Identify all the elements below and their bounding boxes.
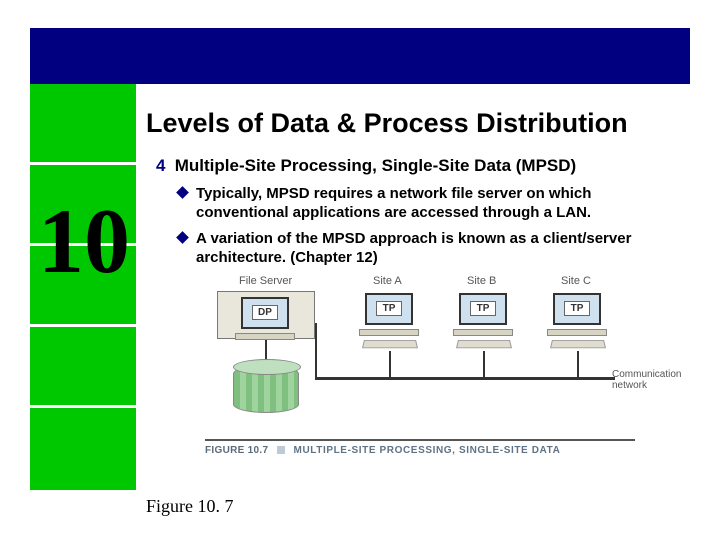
monitor-base-icon [359,329,419,336]
tp-badge: TP [470,301,496,316]
bullet-text: Typically, MPSD requires a network file … [196,185,591,221]
sidebar-segment [30,327,136,405]
bullet-text: A variation of the MPSD approach is know… [196,230,631,266]
tp-badge: TP [564,301,590,316]
comm-network-label: Communication network [612,369,681,391]
site-node: Site A TP [355,275,427,375]
bullet-icon: 4 [156,156,170,176]
site-label: Site A [373,275,402,287]
figure-reference: Figure 10. 7 [146,496,234,517]
monitor-base-icon [547,329,607,336]
database-icon [233,365,299,413]
diamond-icon [176,186,189,199]
chapter-number: 10 [24,195,144,287]
caption-text: MULTIPLE-SITE PROCESSING, SINGLE-SITE DA… [294,445,561,456]
sidebar-segment [30,408,136,490]
network-bus [315,377,615,380]
dp-badge: DP [252,305,278,320]
keyboard-icon [550,340,606,348]
slide-title: Levels of Data & Process Distribution [146,108,696,139]
connector-line [315,323,317,379]
sidebar-segment [30,84,136,162]
diamond-icon [176,231,189,244]
network-diagram: File Server DP Site A TP Site B TP Site … [205,275,653,475]
monitor-base-icon [235,333,295,340]
heading-text: Multiple-Site Processing, Single-Site Da… [175,156,576,175]
bullet-item: A variation of the MPSD approach is know… [196,230,686,268]
square-icon [277,446,285,454]
site-label: Site B [467,275,496,287]
site-node: Site C TP [543,275,615,375]
keyboard-icon [362,340,418,348]
header-bar [30,28,690,84]
bullet-item: Typically, MPSD requires a network file … [196,185,686,223]
diagram-caption: FIGURE 10.7 MULTIPLE-SITE PROCESSING, SI… [205,445,560,456]
keyboard-icon [456,340,512,348]
caption-rule [205,439,635,441]
site-label: Site C [561,275,591,287]
file-server-label: File Server [239,275,292,287]
tp-badge: TP [376,301,402,316]
monitor-base-icon [453,329,513,336]
section-heading: 4 Multiple-Site Processing, Single-Site … [156,156,696,176]
caption-lead: FIGURE 10.7 [205,445,268,456]
site-node: Site B TP [449,275,521,375]
